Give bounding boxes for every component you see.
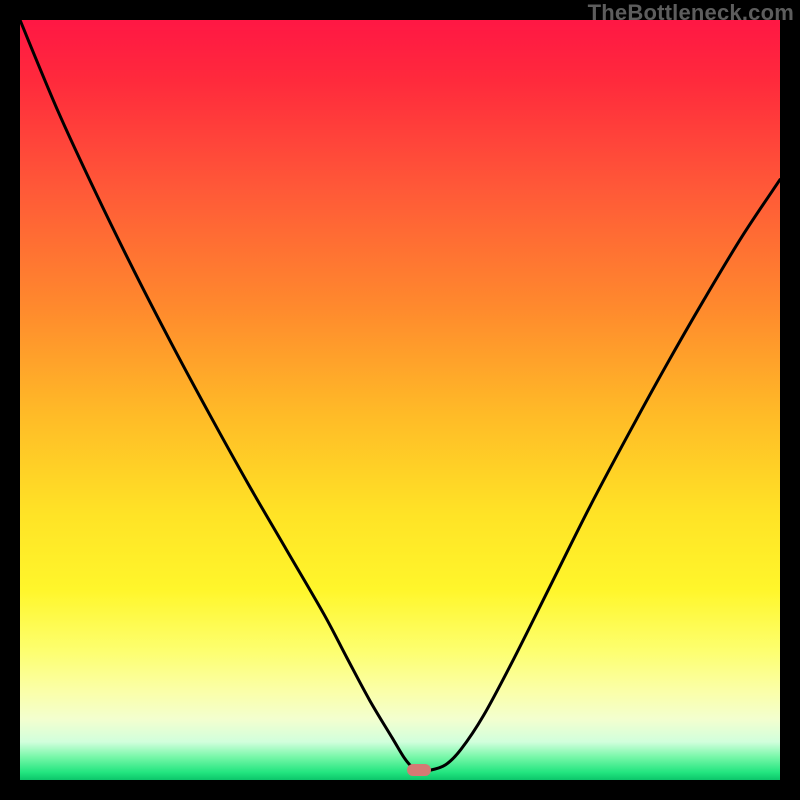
- plot-area: [20, 20, 780, 780]
- chart-frame: TheBottleneck.com: [0, 0, 800, 800]
- bottleneck-curve: [20, 20, 780, 780]
- minimum-marker: [407, 764, 431, 776]
- watermark-text: TheBottleneck.com: [588, 0, 794, 26]
